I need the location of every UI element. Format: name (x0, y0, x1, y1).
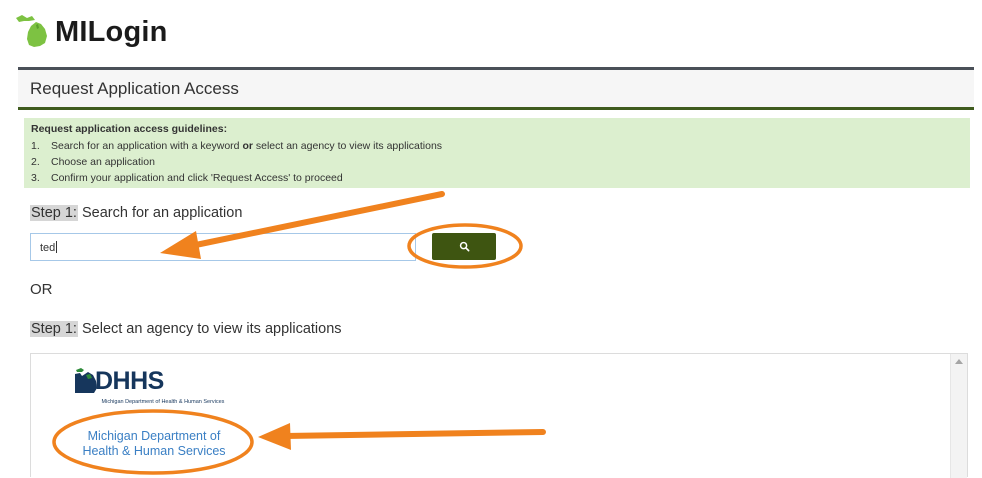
title-bar: Request Application Access (18, 70, 974, 107)
agency-panel-scrollbar[interactable] (950, 354, 967, 478)
text-caret (56, 241, 58, 253)
search-input-value: ted (40, 241, 58, 254)
guideline-item: 2. Choose an application (24, 154, 442, 170)
agency-link-line: Health & Human Services (82, 444, 226, 458)
mdhhs-logo[interactable]: DHHS Michigan Department of Health & Hum… (65, 364, 261, 412)
milogin-logo[interactable]: MILogin (14, 10, 168, 54)
agency-link-line: Michigan Department of (87, 429, 221, 443)
step-tag: Step 1: (30, 205, 78, 221)
guideline-text: Search for an application with a keyword (51, 140, 243, 152)
scroll-up-arrow-icon[interactable] (955, 359, 963, 364)
agency-link-mdhhs[interactable]: Michigan Department of Health & Human Se… (59, 429, 249, 459)
guidelines-box: Request application access guidelines: 1… (24, 118, 970, 188)
guideline-number: 3. (31, 172, 40, 184)
or-separator: OR (30, 281, 53, 298)
search-input[interactable]: ted (30, 233, 416, 261)
mdhhs-wordmark: DHHS (95, 367, 164, 395)
page-title: Request Application Access (30, 79, 239, 98)
step-tag: Step 1: (30, 321, 78, 337)
michigan-map-icon (16, 15, 47, 47)
step-text: Search for an application (77, 205, 243, 221)
guideline-emphasis: or (242, 140, 253, 152)
page-header: MILogin (0, 0, 982, 66)
step-text: Select an agency to view its application… (77, 321, 342, 337)
guideline-item: 3. Confirm your application and click 'Re… (24, 170, 442, 186)
guideline-number: 1. (31, 140, 40, 152)
guideline-text: Confirm your application and click 'Requ… (51, 172, 343, 184)
guideline-number: 2. (31, 156, 40, 168)
mdhhs-tagline: Michigan Department of Health & Human Se… (101, 399, 225, 405)
search-icon (459, 241, 469, 252)
guideline-text: Choose an application (51, 156, 155, 168)
logo-text: MILogin (55, 15, 168, 48)
guidelines-title: Request application access guidelines: (31, 123, 228, 135)
guideline-text: select an agency to view its application… (252, 140, 443, 152)
guidelines-list: 1. Search for an application with a keywo… (24, 138, 442, 186)
guideline-item: 1. Search for an application with a keywo… (24, 138, 442, 154)
search-input-text: ted (40, 242, 56, 254)
search-step-heading: Step 1: Search for an application (30, 205, 242, 221)
agency-list-panel[interactable]: DHHS Michigan Department of Health & Hum… (30, 353, 968, 478)
agency-step-heading: Step 1: Select an agency to view its app… (30, 321, 342, 337)
title-divider (18, 107, 974, 110)
search-button[interactable] (432, 233, 496, 260)
